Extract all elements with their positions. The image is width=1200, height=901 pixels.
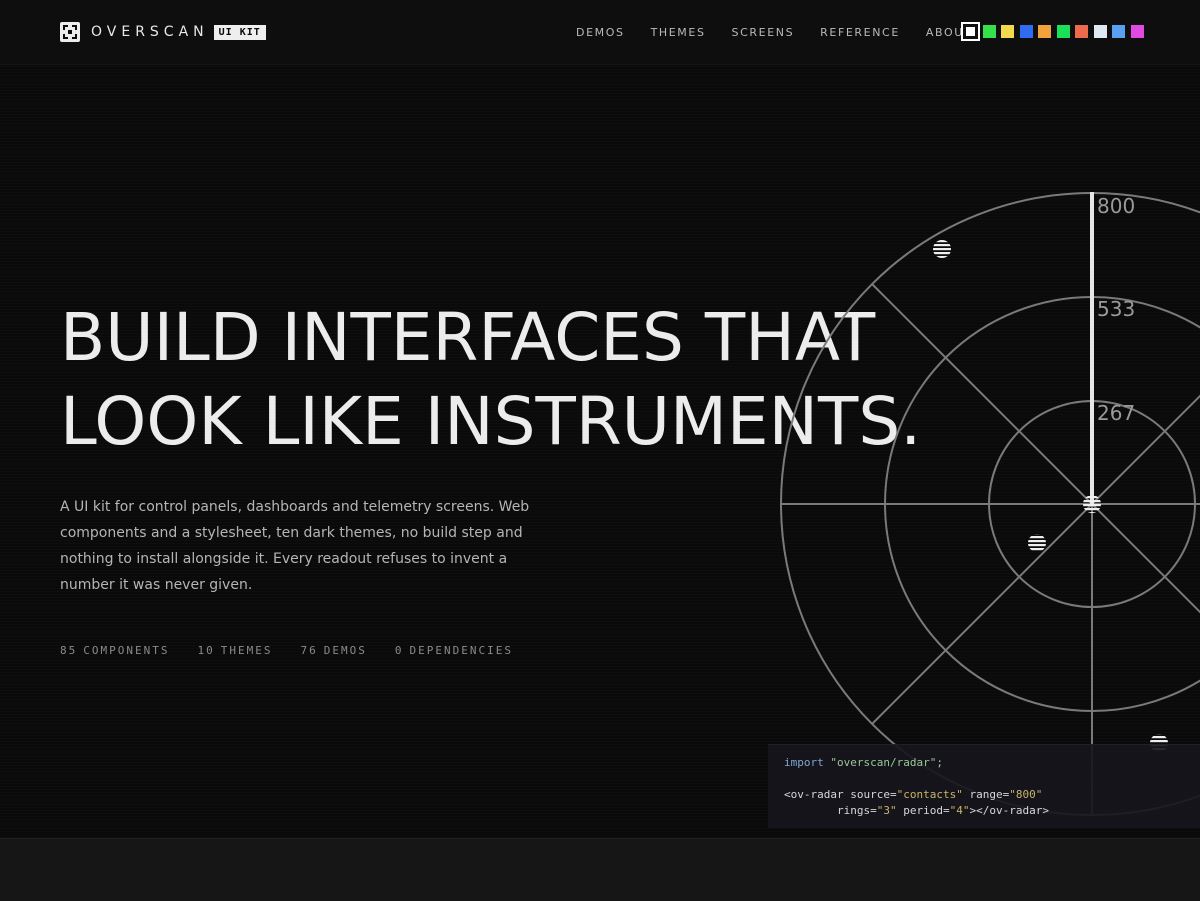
code-tag: <ov-radar xyxy=(784,788,844,801)
radar-display: 800 533 267 xyxy=(780,192,1200,816)
code-attr: source= xyxy=(850,788,897,801)
stat-components: 85 COMPONENTS xyxy=(60,644,169,657)
next-section-strip xyxy=(0,838,1200,901)
brand[interactable]: OVERSCAN UI KIT xyxy=(60,21,266,43)
hero-description: A UI kit for control panels, dashboards … xyxy=(60,499,530,593)
stat-label: COMPONENTS xyxy=(83,644,170,657)
theme-swatch[interactable] xyxy=(1075,25,1088,38)
radar-range-label-267: 267 xyxy=(1097,401,1135,425)
stat-number: 0 xyxy=(394,644,404,657)
radar-range-label-800: 800 xyxy=(1097,194,1135,218)
code-value: "3" xyxy=(876,804,897,817)
code-value: "800" xyxy=(1009,788,1043,801)
brand-name: OVERSCAN xyxy=(91,24,209,40)
stat-themes: 10 THEMES xyxy=(197,644,272,657)
main-nav: DEMOS THEMES SCREENS REFERENCE ABOUT xyxy=(576,26,972,39)
theme-swatch[interactable] xyxy=(1001,25,1014,38)
stats-row: 85 COMPONENTS 10 THEMES 76 DEMOS 0 DEPENDENC… xyxy=(60,644,541,657)
stat-label: DEMOS xyxy=(323,644,367,657)
overscan-logo-icon xyxy=(60,22,80,42)
theme-swatch[interactable] xyxy=(1019,25,1033,38)
code-keyword: import xyxy=(784,756,824,769)
theme-swatch[interactable] xyxy=(1038,25,1051,38)
code-tag: ></ov-radar> xyxy=(969,804,1049,817)
theme-swatch[interactable] xyxy=(1093,25,1107,38)
theme-swatch[interactable] xyxy=(961,22,980,41)
stat-number: 10 xyxy=(197,644,215,657)
code-attr: period= xyxy=(903,804,950,817)
ui-kit-badge: UI KIT xyxy=(213,24,266,40)
stat-label: THEMES xyxy=(220,644,273,657)
nav-themes[interactable]: THEMES xyxy=(651,26,706,39)
radar-contact-blip xyxy=(933,240,951,258)
code-value: "contacts" xyxy=(896,788,963,801)
nav-reference[interactable]: REFERENCE xyxy=(820,26,900,39)
radar-contact-blip xyxy=(1028,534,1046,552)
top-bar: OVERSCAN UI KIT DEMOS THEMES SCREENS REF… xyxy=(0,0,1200,65)
theme-swatch[interactable] xyxy=(982,25,996,38)
theme-swatch[interactable] xyxy=(1130,25,1144,38)
code-value: "4" xyxy=(949,804,970,817)
nav-demos[interactable]: DEMOS xyxy=(576,26,625,39)
nav-screens[interactable]: SCREENS xyxy=(732,26,795,39)
stat-dependencies: 0 DEPENDENCIES xyxy=(395,644,513,657)
code-snippet: import "overscan/radar"; <ov-radar sourc… xyxy=(768,744,1200,828)
stat-demos: 76 DEMOS xyxy=(300,644,366,657)
radar-center-dot xyxy=(1083,495,1101,513)
theme-swatch[interactable] xyxy=(1056,25,1070,38)
code-attr: range= xyxy=(969,788,1010,801)
theme-swatch[interactable] xyxy=(1112,25,1125,38)
stat-number: 76 xyxy=(300,644,318,657)
code-attr: rings= xyxy=(836,804,877,817)
code-string: "overscan/radar"; xyxy=(830,756,943,769)
radar-range-label-533: 533 xyxy=(1097,297,1135,321)
stat-label: DEPENDENCIES xyxy=(409,644,513,657)
stat-number: 85 xyxy=(60,644,78,657)
theme-swatches xyxy=(961,22,1149,41)
